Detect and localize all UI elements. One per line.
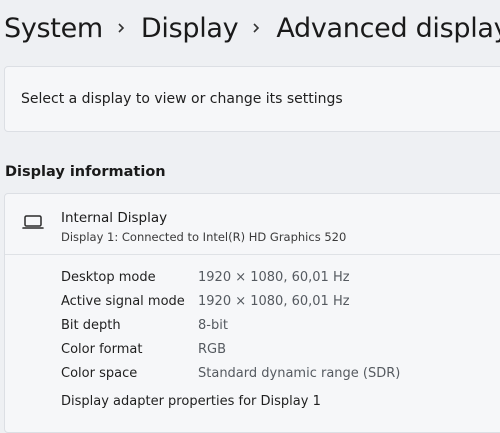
section-title-display-information: Display information	[5, 164, 166, 180]
breadcrumb-display[interactable]: Display	[141, 13, 239, 44]
property-label: Desktop mode	[61, 270, 156, 285]
display-selector-label: Select a display to view or change its s…	[21, 91, 343, 107]
display-name: Internal Display	[61, 210, 168, 226]
property-label: Color format	[61, 342, 143, 357]
property-value: 8-bit	[198, 318, 228, 333]
breadcrumb-advanced-display: Advanced display	[276, 12, 500, 44]
property-label: Color space	[61, 366, 138, 381]
breadcrumb: System Display Advanced display	[4, 8, 500, 48]
display-selector-card[interactable]: Select a display to view or change its s…	[4, 66, 500, 132]
display-information-card: Internal Display Display 1: Connected to…	[4, 193, 500, 433]
chevron-right-icon	[250, 22, 262, 34]
property-value: Standard dynamic range (SDR)	[198, 366, 401, 381]
property-value: 1920 × 1080, 60,01 Hz	[198, 294, 350, 309]
property-label: Bit depth	[61, 318, 121, 333]
monitor-icon	[22, 215, 44, 229]
property-label: Active signal mode	[61, 294, 185, 309]
property-value: 1920 × 1080, 60,01 Hz	[198, 270, 350, 285]
display-connection: Display 1: Connected to Intel(R) HD Grap…	[61, 230, 347, 244]
property-value: RGB	[198, 342, 227, 357]
breadcrumb-system[interactable]: System	[4, 13, 103, 44]
divider	[5, 254, 500, 255]
display-adapter-properties-link[interactable]: Display adapter properties for Display 1	[61, 394, 321, 409]
chevron-right-icon	[115, 22, 127, 34]
